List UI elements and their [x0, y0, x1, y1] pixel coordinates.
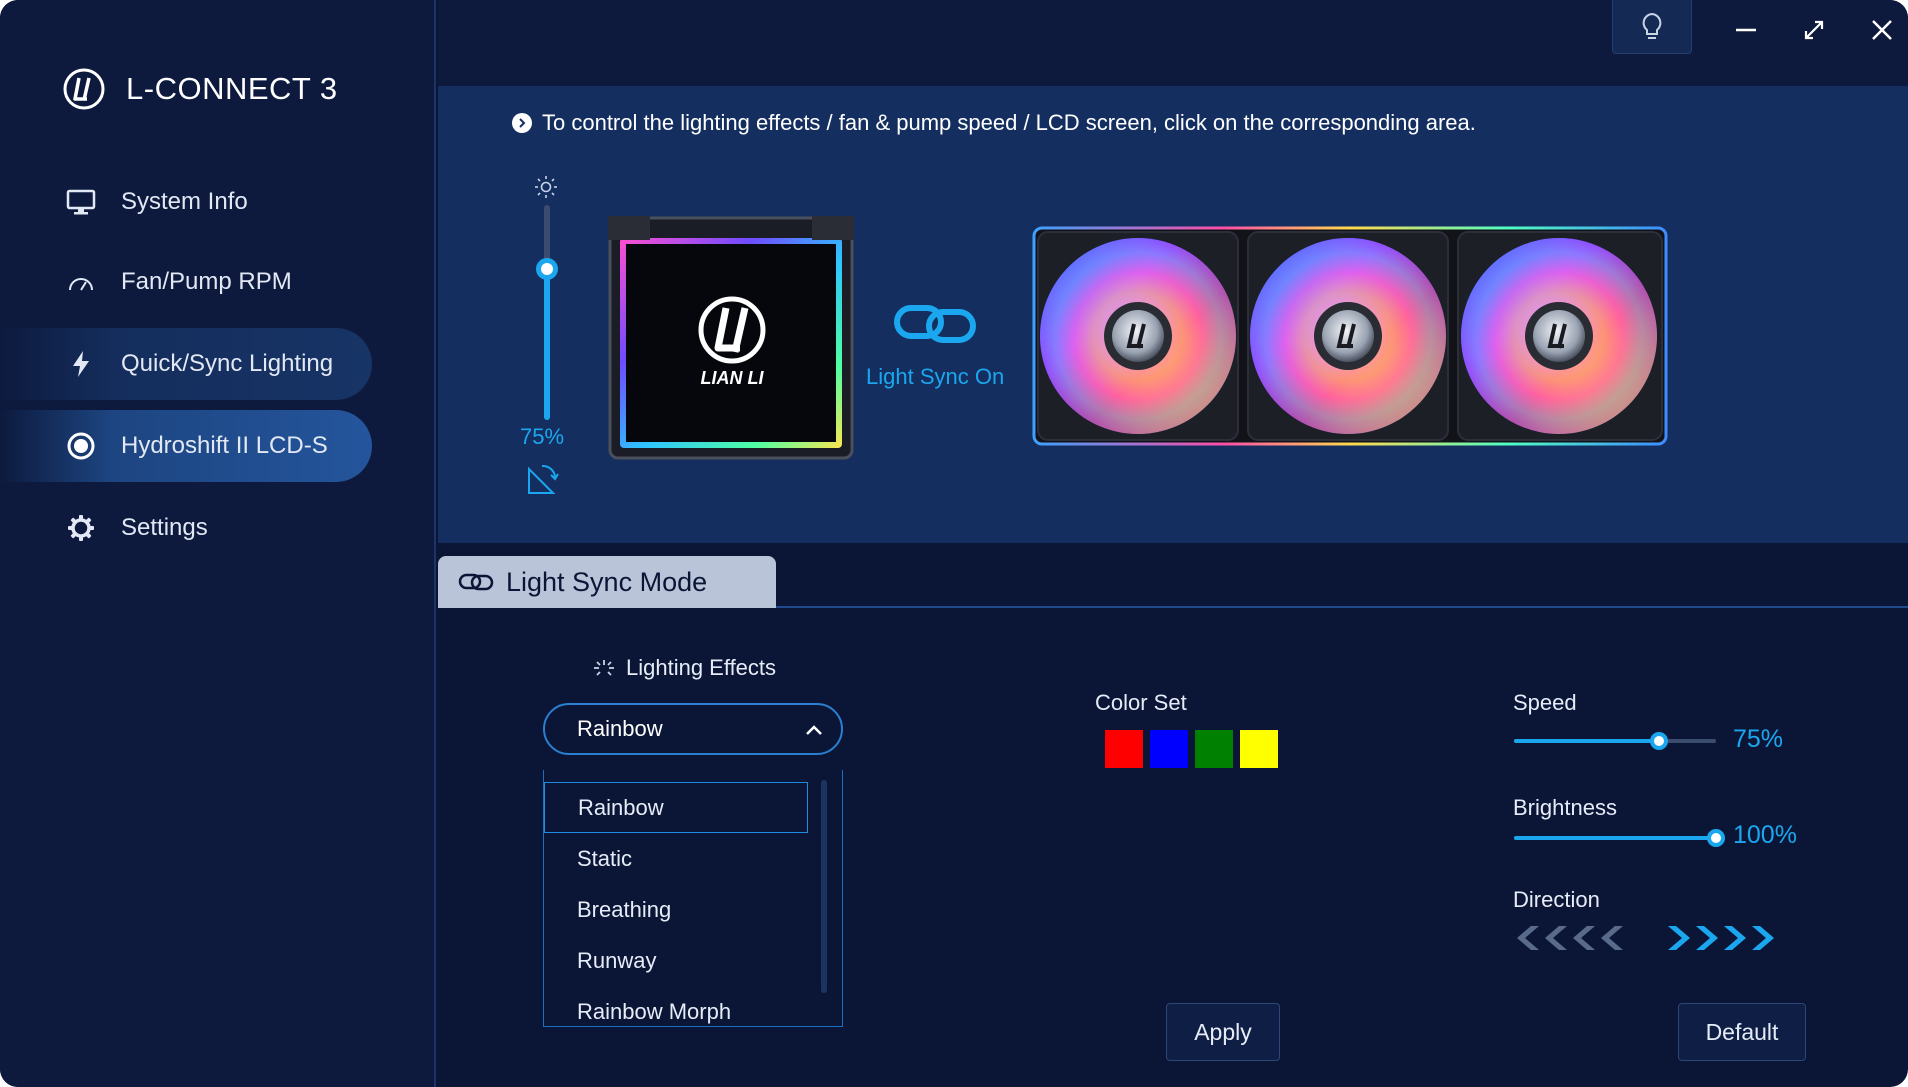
pump-head-lcd[interactable]: LIAN LI	[608, 216, 854, 460]
option-label: Runway	[577, 947, 657, 973]
chevron-up-icon	[806, 725, 822, 735]
minimize-button[interactable]	[1726, 10, 1766, 50]
tab-light-sync-mode[interactable]: Light Sync Mode	[438, 556, 776, 608]
sidebar-item-label: Hydroshift II LCD-S	[121, 432, 328, 459]
lcd-brightness-value: 75%	[520, 424, 565, 449]
fan-group[interactable]	[1032, 226, 1668, 446]
speed-handle[interactable]	[1650, 732, 1668, 750]
list-item[interactable]: Rainbow	[544, 782, 808, 833]
lian-li-logo-icon	[63, 68, 105, 110]
hint-text: To control the lighting effects / fan & …	[512, 110, 1476, 136]
brand: L-CONNECT 3	[62, 66, 338, 112]
direction-left-icon[interactable]	[1513, 924, 1637, 952]
lighting-effect-list: Rainbow Static Breathing Runway Rainbow …	[543, 770, 843, 1027]
direction-title: Direction	[1513, 887, 1600, 912]
monitor-icon	[64, 185, 98, 219]
sidebar: L-CONNECT 3 System Info Fan/Pump RPM Qui…	[0, 0, 436, 1087]
app-title: L-CONNECT 3	[126, 71, 338, 106]
rotate-screen-icon[interactable]	[526, 462, 560, 496]
color-set-title: Color Set	[1095, 690, 1187, 715]
hint-label: To control the lighting effects / fan & …	[542, 110, 1476, 135]
brightness-value: 100%	[1733, 821, 1797, 849]
sun-icon	[535, 176, 557, 198]
tab-label: Light Sync Mode	[506, 566, 708, 597]
speed-value: 75%	[1733, 725, 1784, 753]
sidebar-item-quick-sync-lighting[interactable]: Quick/Sync Lighting	[0, 328, 372, 400]
light-sync-status: Light Sync On	[866, 364, 1005, 389]
color-swatch-2[interactable]	[1150, 730, 1188, 768]
brightness-handle[interactable]	[1707, 829, 1725, 847]
list-item[interactable]: Static	[544, 833, 808, 884]
brightness-title: Brightness	[1513, 795, 1617, 820]
sparkle-icon	[594, 660, 614, 676]
option-label: Static	[577, 845, 633, 871]
sidebar-item-system-info[interactable]: System Info	[0, 166, 372, 238]
app-window: L-CONNECT 3 System Info Fan/Pump RPM Qui…	[0, 0, 1908, 1087]
sidebar-item-label: System Info	[121, 188, 248, 215]
direction-right-icon[interactable]	[1664, 924, 1788, 952]
lightning-icon	[64, 347, 98, 381]
pump-logo-text: LIAN LI	[701, 368, 765, 388]
link-icon	[458, 573, 494, 591]
tips-button[interactable]	[1612, 0, 1692, 54]
lcd-brightness-fill	[544, 268, 550, 420]
sidebar-item-fan-pump-rpm[interactable]: Fan/Pump RPM	[0, 246, 372, 318]
lighting-effect-dropdown[interactable]: Rainbow	[543, 703, 843, 755]
option-label: Rainbow	[578, 794, 664, 820]
close-button[interactable]	[1862, 10, 1902, 50]
radio-dot-icon	[64, 429, 98, 463]
sidebar-item-label: Settings	[121, 514, 208, 541]
list-item[interactable]: Breathing	[544, 884, 808, 935]
gear-icon	[64, 511, 98, 545]
lightbulb-icon	[1642, 12, 1662, 39]
mode-tab-bar: Light Sync Mode	[438, 554, 1908, 608]
brightness-fill	[1514, 836, 1716, 840]
chevron-right-icon	[512, 113, 532, 133]
maximize-icon	[1804, 20, 1824, 40]
color-swatch-3[interactable]	[1195, 730, 1233, 768]
option-label: Breathing	[577, 896, 672, 922]
link-icon[interactable]	[893, 300, 977, 348]
minimize-icon	[1736, 28, 1756, 32]
option-label: Rainbow Morph	[577, 998, 732, 1024]
default-button[interactable]: Default	[1678, 1003, 1806, 1061]
close-icon	[1872, 20, 1892, 40]
apply-button[interactable]: Apply	[1166, 1003, 1280, 1061]
gauge-icon	[64, 265, 98, 299]
color-swatch-4[interactable]	[1240, 730, 1278, 768]
sidebar-item-label: Fan/Pump RPM	[121, 268, 292, 295]
color-swatch-1[interactable]	[1105, 730, 1143, 768]
lighting-effects-label: Lighting Effects	[626, 655, 777, 680]
sidebar-item-label: Quick/Sync Lighting	[121, 350, 334, 377]
maximize-button[interactable]	[1794, 10, 1834, 50]
speed-fill	[1514, 739, 1659, 743]
lcd-brightness-handle[interactable]	[536, 258, 558, 280]
dropdown-selected-value: Rainbow	[577, 716, 663, 741]
effect-list-scrollbar[interactable]	[821, 780, 827, 993]
sidebar-item-hydroshift[interactable]: Hydroshift II LCD-S	[0, 410, 372, 482]
lighting-effects-title: Lighting Effects	[590, 655, 776, 681]
list-item[interactable]: Rainbow Morph	[544, 986, 808, 1026]
sidebar-item-settings[interactable]: Settings	[0, 492, 372, 564]
list-item[interactable]: Runway	[544, 935, 808, 986]
speed-title: Speed	[1513, 690, 1577, 715]
